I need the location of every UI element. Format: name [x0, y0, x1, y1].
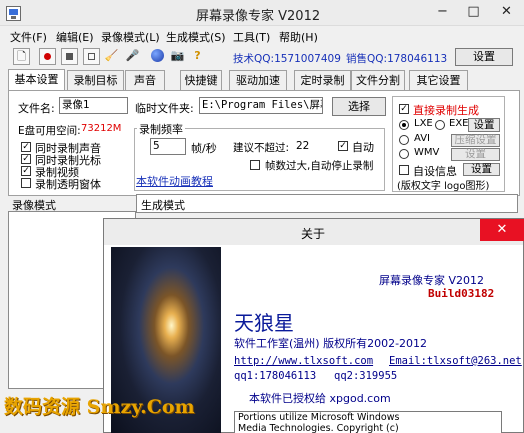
about-close-button[interactable]: ✕	[480, 219, 524, 241]
wmv-settings-button[interactable]: 设置	[451, 148, 500, 161]
custom-info-sub: (版权文字 logo图形)	[397, 181, 490, 192]
menu-edit[interactable]: 编辑(E)	[56, 29, 94, 45]
direct-generate-label: 直接录制生成	[413, 104, 479, 117]
temp-folder-input[interactable]: E:\Program Files\屏幕录	[199, 97, 323, 114]
about-notice-line2: Media Technologies. Copyright (c)	[238, 423, 399, 433]
sales-qq-link[interactable]: 销售QQ:178046113	[346, 51, 447, 66]
record-transparent-checkbox[interactable]	[21, 178, 31, 188]
filename-label: 文件名:	[18, 102, 55, 115]
gen-mode-label: 生成模式	[141, 199, 185, 212]
tab-file-split[interactable]: 文件分割	[351, 70, 405, 90]
fps-unit: 帧/秒	[191, 142, 217, 155]
tab-timed-record[interactable]: 定时录制	[294, 70, 351, 90]
tab-driver-accel[interactable]: 驱动加速	[229, 70, 287, 90]
menu-record-mode[interactable]: 录像模式(L)	[101, 29, 160, 45]
format-exe-radio[interactable]	[435, 120, 445, 130]
about-qq1: qq1:178046113	[234, 370, 317, 382]
window-title: 屏幕录像专家 V2012	[196, 9, 321, 24]
temp-folder-label: 临时文件夹:	[135, 102, 194, 115]
custom-info-settings-button[interactable]: 设置	[463, 163, 500, 176]
about-title: 关于	[301, 227, 326, 241]
output-format-group: ✓ 直接录制生成 LXE EXE 设置 AVI 压缩设置 WMV 设置 自设信息…	[392, 96, 505, 192]
about-brand: 天狼星	[234, 311, 294, 335]
format-lxe-radio[interactable]	[399, 120, 409, 130]
tab-sound[interactable]: 声音	[125, 70, 165, 90]
record-transparent-label: 录制透明窗体	[35, 178, 101, 191]
browse-folder-button[interactable]: 选择	[332, 97, 386, 116]
about-website-link[interactable]: http://www.tlxsoft.com	[234, 355, 373, 367]
record-cursor-checkbox[interactable]: ✓	[21, 154, 31, 164]
new-file-icon[interactable]: 🗋	[13, 48, 30, 65]
camera-icon[interactable]: 📷	[169, 48, 186, 65]
lxe-settings-button[interactable]: 设置	[468, 118, 500, 132]
main-window: 屏幕录像专家 V2012 − □ ✕ 文件(F) 编辑(E) 录像模式(L) 生…	[0, 0, 524, 433]
auto-checkbox[interactable]: ✓	[338, 141, 348, 151]
menu-bar: 文件(F) 编辑(E) 录像模式(L) 生成模式(S) 工具(T) 帮助(H)	[0, 27, 524, 46]
format-wmv-label: WMV	[414, 147, 440, 158]
microphone-icon[interactable]: 🎤	[124, 48, 141, 65]
maximize-button[interactable]: □	[458, 0, 489, 25]
menu-tools[interactable]: 工具(T)	[233, 29, 270, 45]
compress-settings-button[interactable]: 压缩设置	[451, 134, 500, 147]
tab-basic-settings[interactable]: 基本设置	[8, 69, 65, 91]
about-studio: 软件工作室(温州) 版权所有2002-2012	[234, 337, 428, 350]
watermark-text: 数码资源 Smzy.Com	[4, 396, 195, 418]
title-bar: 屏幕录像专家 V2012 − □ ✕	[0, 0, 524, 26]
about-qq2: qq2:319955	[334, 370, 398, 382]
tab-record-target[interactable]: 录制目标	[67, 70, 124, 90]
about-licensed: 本软件已授权给 xpgod.com	[249, 392, 391, 405]
tab-hotkeys[interactable]: 快捷键	[180, 70, 222, 90]
tutorial-link[interactable]: 本软件动画教程	[136, 173, 213, 189]
record-icon[interactable]	[39, 48, 56, 65]
tab-strip: 基本设置 录制目标 声音 快捷键 驱动加速 定时录制 文件分割 其它设置	[8, 69, 520, 91]
custom-info-checkbox[interactable]	[399, 165, 409, 175]
toolbar: 🗋 🧹 🎤 📷 ? 技术QQ:1571007409 销售QQ:178046113…	[0, 46, 524, 68]
disk-space-label: E盘可用空间:	[18, 125, 81, 137]
fps-input[interactable]: 5	[150, 138, 186, 155]
fps-group-label: 录制频率	[137, 121, 185, 137]
minimize-button[interactable]: −	[427, 0, 458, 25]
format-lxe-label: LXE	[414, 118, 433, 129]
toolbar-settings-button[interactable]: 设置	[455, 48, 513, 66]
broom-icon[interactable]: 🧹	[103, 48, 120, 65]
suggest-label: 建议不超过:	[233, 142, 290, 154]
format-avi-label: AVI	[414, 133, 430, 144]
fps-group: 录制频率 5 帧/秒 建议不超过: 22 ✓ 自动 帧数过大,自动停止录制 本软…	[134, 121, 385, 191]
stop-icon[interactable]	[61, 48, 78, 65]
auto-stop-checkbox[interactable]	[250, 160, 260, 170]
disk-space-value: 73212M	[81, 123, 122, 134]
about-product-name: 屏幕录像专家 V2012	[379, 274, 485, 287]
about-email-link[interactable]: Email:tlxsoft@263.net	[389, 355, 522, 367]
tech-qq-link[interactable]: 技术QQ:1571007409	[233, 51, 341, 66]
record-sound-checkbox[interactable]: ✓	[21, 142, 31, 152]
record-video-checkbox[interactable]: ✓	[21, 166, 31, 176]
format-wmv-radio[interactable]	[399, 149, 409, 159]
menu-help[interactable]: 帮助(H)	[279, 29, 318, 45]
about-notice-line1: Portions utilize Microsoft Windows	[238, 412, 400, 423]
direct-generate-checkbox[interactable]: ✓	[399, 104, 409, 114]
close-button[interactable]: ✕	[489, 0, 524, 25]
gen-mode-header: 生成模式	[136, 194, 518, 213]
format-exe-label: EXE	[449, 118, 469, 129]
menu-file[interactable]: 文件(F)	[10, 29, 47, 45]
help-icon[interactable]: ?	[189, 48, 206, 65]
about-build: Build03182	[428, 287, 495, 300]
auto-stop-label: 帧数过大,自动停止录制	[265, 160, 374, 172]
tab-other-settings[interactable]: 其它设置	[409, 70, 468, 90]
app-icon	[6, 6, 21, 21]
auto-label: 自动	[352, 141, 374, 154]
format-avi-radio[interactable]	[399, 135, 409, 145]
pause-icon[interactable]	[83, 48, 100, 65]
globe-icon[interactable]	[149, 48, 166, 65]
filename-input[interactable]: 录像1	[59, 97, 128, 114]
about-title-bar: 关于 ✕	[104, 219, 524, 245]
suggest-value: 22	[296, 140, 310, 152]
about-notice-box[interactable]: Portions utilize Microsoft Windows Media…	[234, 411, 502, 433]
menu-generate-mode[interactable]: 生成模式(S)	[166, 29, 226, 45]
